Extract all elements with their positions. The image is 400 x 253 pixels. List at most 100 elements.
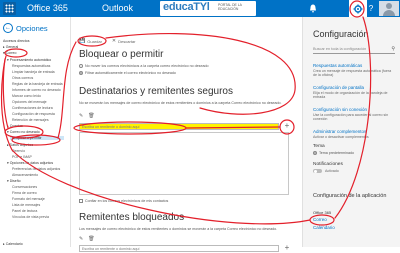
checkbox-label: Confiar en los correos electrónicos de m… [85,199,169,203]
sidebar-item[interactable]: Reenvío [12,149,25,153]
app-section: Outlook [102,3,134,13]
sidebar-item-block-allow[interactable]: Bloquear o permitir [10,136,64,140]
avatar[interactable] [379,1,399,16]
settings-title: Configuración [313,29,369,39]
offline-settings-link[interactable]: Configuración sin conexión [313,107,367,112]
app-launcher-button[interactable] [3,2,16,15]
settings-panel: Configuración Buscar en toda la configur… [302,17,400,247]
edit-icon[interactable]: ✎ [79,236,83,242]
sidebar-item[interactable]: Limpiar bandeja de entrada [12,70,55,74]
sidebar-item[interactable]: ▾ Opciones de datos adjuntos [7,161,53,165]
theme-heading: Tema [313,144,325,149]
sidebar-item[interactable]: ▸ Datos adjuntos [7,143,33,147]
sidebar-item-calendar[interactable]: ▸ Calendario [3,242,23,246]
notifications-heading: Notificaciones [313,162,343,167]
section-title-blocked-senders: Remitentes bloqueados [79,212,185,223]
safe-senders-description: No se moverán los mensajes de correo ele… [79,101,282,105]
checkbox-box [79,199,83,203]
sidebar-item[interactable]: Almacenamiento [12,173,38,177]
save-label: Guardar [87,38,102,44]
delete-icon[interactable]: 🗑 [88,113,94,119]
section-title-block-allow: Bloquear o permitir [79,49,164,60]
options-sidebar: ← Opciones Accesos directos ▸ General ▾ … [0,17,71,247]
blocked-senders-description: Los mensajes de correo electrónico de es… [79,227,278,231]
sidebar-item[interactable]: ▾ Procesamiento automático [7,58,51,62]
delete-icon[interactable]: 🗑 [88,236,94,242]
sidebar-item[interactable]: POP e IMAP [12,155,32,159]
sidebar-item[interactable]: Reglas de la bandeja de entrada [12,82,63,86]
sidebar-item[interactable]: Panel de lectura [12,209,37,213]
radio-label: No mover los correos electrónicos a la c… [85,64,209,68]
sidebar-item-general[interactable]: ▸ General [3,45,18,49]
manage-addins-link[interactable]: Administrar complementos [313,129,366,134]
sidebar-item[interactable]: Firma de correo [12,191,37,195]
blocked-senders-toolbar: ✎ 🗑 [79,236,100,242]
sidebar-item-mail[interactable]: ▾ Correo [3,51,16,55]
safe-senders-list[interactable] [79,132,289,195]
avatar-body [383,10,395,16]
sidebar-item[interactable]: Opciones del mensaje [12,100,47,104]
radio-circle [79,64,83,68]
search-placeholder: Buscar en toda la configuración [313,47,367,51]
back-to-options[interactable]: ← Opciones [3,23,48,33]
waffle-icon [5,4,14,13]
brand-logo: educaTYl Portal de la Educación [160,1,256,16]
safe-senders-toolbar: ✎ 🗑 [79,113,100,119]
sidebar-item-junk-mail[interactable]: ▾ Correo no deseado [7,130,40,134]
search-icon[interactable]: ⚲ [391,45,395,53]
display-settings-desc: Elija el modo de organización de la band… [313,91,388,100]
radio-circle-selected [79,71,83,75]
help-icon[interactable]: ? [362,0,380,17]
display-settings-link[interactable]: Configuración de pantalla [313,85,364,90]
sidebar-item-accounts[interactable]: ▸ Cuentas [7,124,23,128]
sidebar-item[interactable]: Retención de mensajes [12,118,49,122]
sidebar-item-layout[interactable]: ▾ Diseño [7,179,21,183]
sidebar-item[interactable]: Respuestas automáticas [12,64,50,68]
notifications-value: Activado [325,169,339,173]
add-safe-sender-button[interactable]: + [283,122,291,130]
sidebar-item[interactable]: Configuración de respuesta [12,112,55,116]
save-button[interactable]: 💾 Guardar [79,38,102,44]
sidebar-item[interactable]: Vínculos de vista previa [12,215,49,219]
trust-contacts-checkbox[interactable]: Confiar en los correos electrónicos de m… [79,199,168,203]
sidebar-item[interactable]: Marcar como leído [12,94,41,98]
bell-icon[interactable] [304,0,322,17]
offline-settings-desc: Use la configuración para acceder al cor… [313,113,389,122]
settings-search-input[interactable]: Buscar en toda la configuración ⚲ [313,45,395,54]
sidebar-item[interactable]: Preferencias de datos adjuntos [12,167,60,171]
sidebar-item[interactable]: Formato del mensaje [12,197,45,201]
theme-swatch [313,151,317,155]
sidebar-item[interactable]: Lista de mensajes [12,203,40,207]
brand-name: educaTYl [163,1,210,13]
sidebar-item[interactable]: Informes de correo no deseado [12,88,61,92]
edit-icon[interactable]: ✎ [79,113,83,119]
sidebar-item[interactable]: Confirmaciones de lectura [12,106,53,110]
options-title: Opciones [16,23,48,33]
theme-selector[interactable]: Tema predeterminado [313,151,354,155]
sidebar-item[interactable]: Accesos directos [3,39,29,43]
notifications-toggle[interactable] [313,169,322,173]
app-name[interactable]: Office 365 [27,3,68,13]
mail-settings-link[interactable]: Correo [313,217,327,222]
theme-value: Tema predeterminado [319,151,354,155]
manage-addins-desc: Activar o desactivar complementos [313,135,369,139]
blocked-senders-input[interactable]: Escriba un remitente o dominio aquí [79,245,279,252]
top-bar: Office 365 Outlook educaTYl Portal de la… [0,0,400,17]
auto-replies-link[interactable]: Respuestas automáticas [313,63,362,68]
radio-filter-junk[interactable]: Filtrar automáticamente el correo electr… [79,71,176,75]
main-content: 💾 Guardar ✕ Descartar Bloquear o permiti… [73,17,299,252]
sidebar-item[interactable]: Otros correos [12,76,33,80]
add-blocked-sender-button[interactable]: + [283,244,291,252]
sidebar-item[interactable]: Conversaciones [12,185,37,189]
back-arrow-icon: ← [3,23,13,33]
office365-settings-link[interactable]: Office 365 [313,210,331,215]
safe-senders-input[interactable]: Escriba un remitente o dominio aquí [79,123,279,130]
radio-label: Filtrar automáticamente el correo electr… [85,71,176,75]
radio-no-move-junk[interactable]: No mover los correos electrónicos a la c… [79,64,208,68]
app-settings-heading: Configuración de la aplicación [313,193,387,199]
save-toolbar: 💾 Guardar ✕ Descartar [79,38,145,44]
discard-button[interactable]: ✕ Descartar [112,38,136,44]
discard-label: Descartar [118,38,136,44]
auto-replies-desc: Crea un mensaje de respuesta automática … [313,69,392,78]
calendar-settings-link[interactable]: Calendario [313,225,335,230]
